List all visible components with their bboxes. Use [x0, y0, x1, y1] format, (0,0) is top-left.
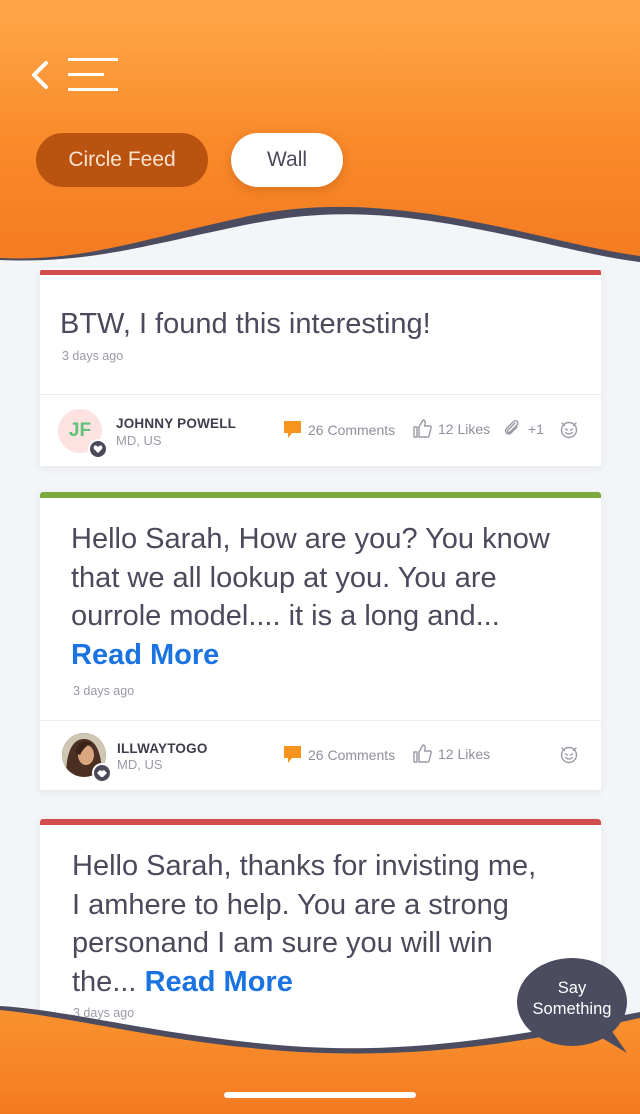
- handshake-icon: [92, 763, 112, 783]
- like-button[interactable]: 12 Likes: [413, 419, 490, 438]
- read-more-link[interactable]: Read More: [145, 966, 293, 998]
- comments-count: 26 Comments: [308, 746, 396, 763]
- attachment-button[interactable]: +1: [503, 419, 544, 438]
- card-accent-bar: [40, 492, 601, 498]
- react-button[interactable]: [558, 419, 586, 439]
- card-accent-bar: [40, 819, 601, 825]
- author-location: MD, US: [116, 433, 162, 448]
- likes-count: 12 Likes: [438, 420, 491, 437]
- home-indicator[interactable]: [224, 1092, 416, 1098]
- tab-wall[interactable]: Wall: [231, 133, 343, 187]
- read-more-link[interactable]: Read More: [71, 639, 219, 671]
- post-text: BTW, I found this interesting!: [60, 308, 431, 340]
- post-text: Hello Sarah, thanks for invisting me, I …: [72, 847, 552, 1001]
- avatar[interactable]: JF: [58, 409, 108, 459]
- thumbs-up-icon: [413, 744, 432, 763]
- avatar-initials: JF: [68, 420, 92, 441]
- comment-icon: [284, 746, 301, 763]
- devil-emoji-icon: [560, 421, 578, 439]
- post-time: 3 days ago: [73, 684, 135, 698]
- back-button[interactable]: [26, 58, 54, 92]
- attachments-count: +1: [528, 420, 544, 437]
- author-name[interactable]: ILLWAYTOGO: [117, 741, 208, 756]
- tab-circle-feed[interactable]: Circle Feed: [36, 133, 208, 187]
- comments-count: 26 Comments: [308, 421, 396, 438]
- say-something-button[interactable]: [517, 957, 629, 1055]
- post-text-body: Hello Sarah, How are you? You know that …: [71, 523, 550, 632]
- post-text: Hello Sarah, How are you? You know that …: [71, 520, 551, 674]
- like-button[interactable]: 12 Likes: [413, 744, 490, 763]
- likes-count: 12 Likes: [438, 745, 491, 762]
- post-footer: JF JOHNNY POWELL MD, US 26 Comments 12 L…: [40, 394, 601, 466]
- heart-icon: [88, 439, 108, 459]
- comments-button[interactable]: 26 Comments: [283, 745, 395, 764]
- react-button[interactable]: [558, 744, 586, 764]
- comments-button[interactable]: 26 Comments: [283, 420, 395, 439]
- chevron-left-icon: [32, 61, 48, 89]
- devil-emoji-icon: [560, 746, 578, 764]
- post-card: Hello Sarah, How are you? You know that …: [40, 492, 601, 790]
- author-location: MD, US: [117, 757, 163, 772]
- comment-icon: [284, 421, 301, 438]
- author-name[interactable]: JOHNNY POWELL: [116, 416, 236, 431]
- avatar[interactable]: [62, 733, 112, 783]
- menu-button[interactable]: [66, 57, 120, 93]
- thumbs-up-icon: [413, 419, 432, 438]
- post-card: BTW, I found this interesting! 3 days ag…: [40, 269, 601, 466]
- post-time: 3 days ago: [62, 349, 124, 363]
- header-wave: [0, 206, 640, 270]
- post-footer: ILLWAYTOGO MD, US 26 Comments 12 Likes: [40, 720, 601, 792]
- hamburger-icon: [68, 58, 118, 91]
- post-text-body: Hello Sarah, thanks for invisting me, I …: [72, 850, 537, 998]
- paperclip-icon: [504, 419, 519, 435]
